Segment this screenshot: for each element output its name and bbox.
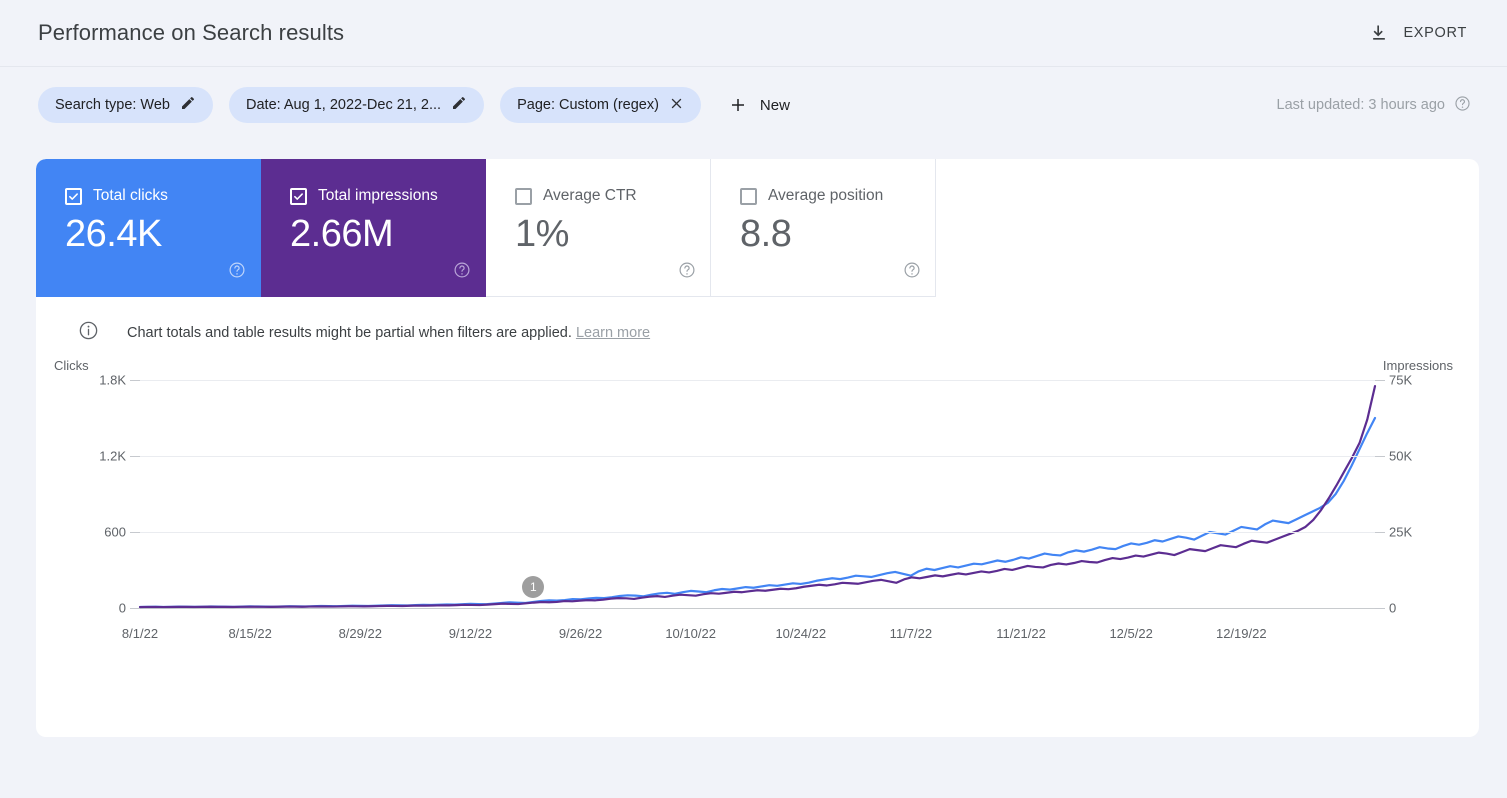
help-circle-icon[interactable] [453,261,471,284]
help-circle-icon[interactable] [903,261,921,284]
axis-tickmark [130,532,140,533]
pencil-icon[interactable] [451,95,467,115]
left-axis-tick: 600 [104,524,126,540]
filter-bar: Search type: Web Date: Aug 1, 2022-Dec 2… [0,67,1507,143]
metric-header: Average CTR [515,187,710,205]
filter-chip-label: Page: Custom (regex) [517,97,659,113]
metric-header: Average position [740,187,935,205]
x-axis-tick: 10/24/22 [775,626,827,641]
partial-data-notice: Chart totals and table results might be … [36,297,1479,346]
chart-gridline [140,456,1375,457]
metric-label: Total clicks [93,187,168,204]
axis-tickmark [1375,608,1385,609]
metric-card-average-ctr[interactable]: Average CTR 1% [486,159,711,297]
metric-label: Average CTR [543,187,637,204]
axis-tickmark [1375,532,1385,533]
checkbox-unchecked-icon[interactable] [515,187,532,205]
axis-tickmark [130,456,140,457]
metric-value: 8.8 [740,213,792,255]
metric-value: 26.4K [65,213,162,255]
x-axis-tick: 8/15/22 [228,626,272,641]
metric-value: 1% [515,213,569,255]
checkbox-unchecked-icon[interactable] [740,187,757,205]
last-updated: Last updated: 3 hours ago [1277,95,1472,116]
right-axis-title: Impressions [1382,358,1453,373]
x-axis-tick: 8/29/22 [338,626,382,641]
right-axis-tick: 50K [1389,448,1413,464]
metric-value: 2.66M [290,213,394,255]
axis-tickmark [1375,456,1385,457]
plus-icon [729,96,747,114]
filter-chip-date[interactable]: Date: Aug 1, 2022-Dec 21, 2... [229,87,485,123]
metric-label: Average position [768,187,884,204]
help-circle-icon[interactable] [228,261,246,284]
left-axis-tick: 1.2K [99,448,126,464]
help-circle-icon[interactable] [1454,95,1471,116]
filter-chip-label: Search type: Web [55,97,170,113]
x-axis-tick: 9/12/22 [448,626,493,641]
axis-tickmark [1375,380,1385,381]
right-axis-tick: 0 [1389,600,1397,616]
metric-card-row: Total clicks 26.4K Total impressions 2.6… [36,159,936,297]
axis-tickmark [130,608,140,609]
chart-gridline [140,380,1375,381]
metric-card-total-impressions[interactable]: Total impressions 2.66M [261,159,486,297]
right-axis-tick: 25K [1389,524,1413,540]
info-icon [78,320,99,346]
download-icon [1369,23,1389,43]
filter-chip-page[interactable]: Page: Custom (regex) [500,87,701,123]
filter-chip-list: Search type: Web Date: Aug 1, 2022-Dec 2… [38,87,701,123]
left-axis-tick: 1.8K [99,372,126,388]
chart-gridline [140,532,1375,533]
help-circle-icon[interactable] [678,261,696,284]
new-filter-button[interactable]: New [721,92,798,118]
page-header: Performance on Search results EXPORT [0,0,1507,66]
checkbox-checked-icon[interactable] [65,187,82,205]
chart-series-clicks [140,418,1375,607]
notice-message: Chart totals and table results might be … [127,325,572,341]
filter-bar-container: Search type: Web Date: Aug 1, 2022-Dec 2… [0,66,1507,143]
export-button[interactable]: EXPORT [1365,17,1471,49]
x-axis-tick: 8/1/22 [121,626,159,641]
left-axis-tick: 0 [118,600,126,616]
chart-series-impressions [140,386,1375,607]
new-filter-label: New [759,96,790,114]
metric-card-average-position[interactable]: Average position 8.8 [711,159,936,297]
x-axis-tick: 12/19/22 [1215,626,1267,641]
x-axis-tick: 11/7/22 [889,626,933,641]
export-label: EXPORT [1403,25,1467,41]
left-axis-title: Clicks [54,358,89,373]
learn-more-link[interactable]: Learn more [576,325,650,341]
notice-text: Chart totals and table results might be … [127,325,650,341]
metric-card-total-clicks[interactable]: Total clicks 26.4K [36,159,261,297]
x-axis-tick: 9/26/22 [558,626,603,641]
performance-chart: Clicks Impressions 1.8K 75K 1.2K 50K 600 25K 0… [36,358,1479,708]
filter-chip-search-type[interactable]: Search type: Web [38,87,213,123]
metric-label: Total impressions [318,187,438,204]
chart-lines [140,380,1375,608]
x-axis-tick: 12/5/22 [1109,626,1153,641]
axis-tickmark [130,380,140,381]
page-title: Performance on Search results [38,20,345,45]
x-axis-tick: 10/10/22 [665,626,716,641]
chart-gridline [140,608,1375,609]
x-axis-tick: 11/21/22 [996,626,1046,641]
checkbox-checked-icon[interactable] [290,187,307,205]
chart-plot-area: 1.8K 75K 1.2K 50K 600 25K 0 0 8/1/22 8/15/22 8/29/… [99,373,1412,642]
chart-annotation-marker[interactable]: 1 [522,576,545,598]
metric-header: Total clicks [65,187,260,205]
close-icon[interactable] [669,96,684,115]
right-axis-tick: 75K [1389,372,1413,388]
last-updated-label: Last updated: 3 hours ago [1276,97,1446,113]
performance-panel: Total clicks 26.4K Total impressions 2.6… [36,159,1479,737]
metric-header: Total impressions [290,187,485,205]
pencil-icon[interactable] [180,95,196,115]
filter-chip-label: Date: Aug 1, 2022-Dec 21, 2... [246,97,442,113]
